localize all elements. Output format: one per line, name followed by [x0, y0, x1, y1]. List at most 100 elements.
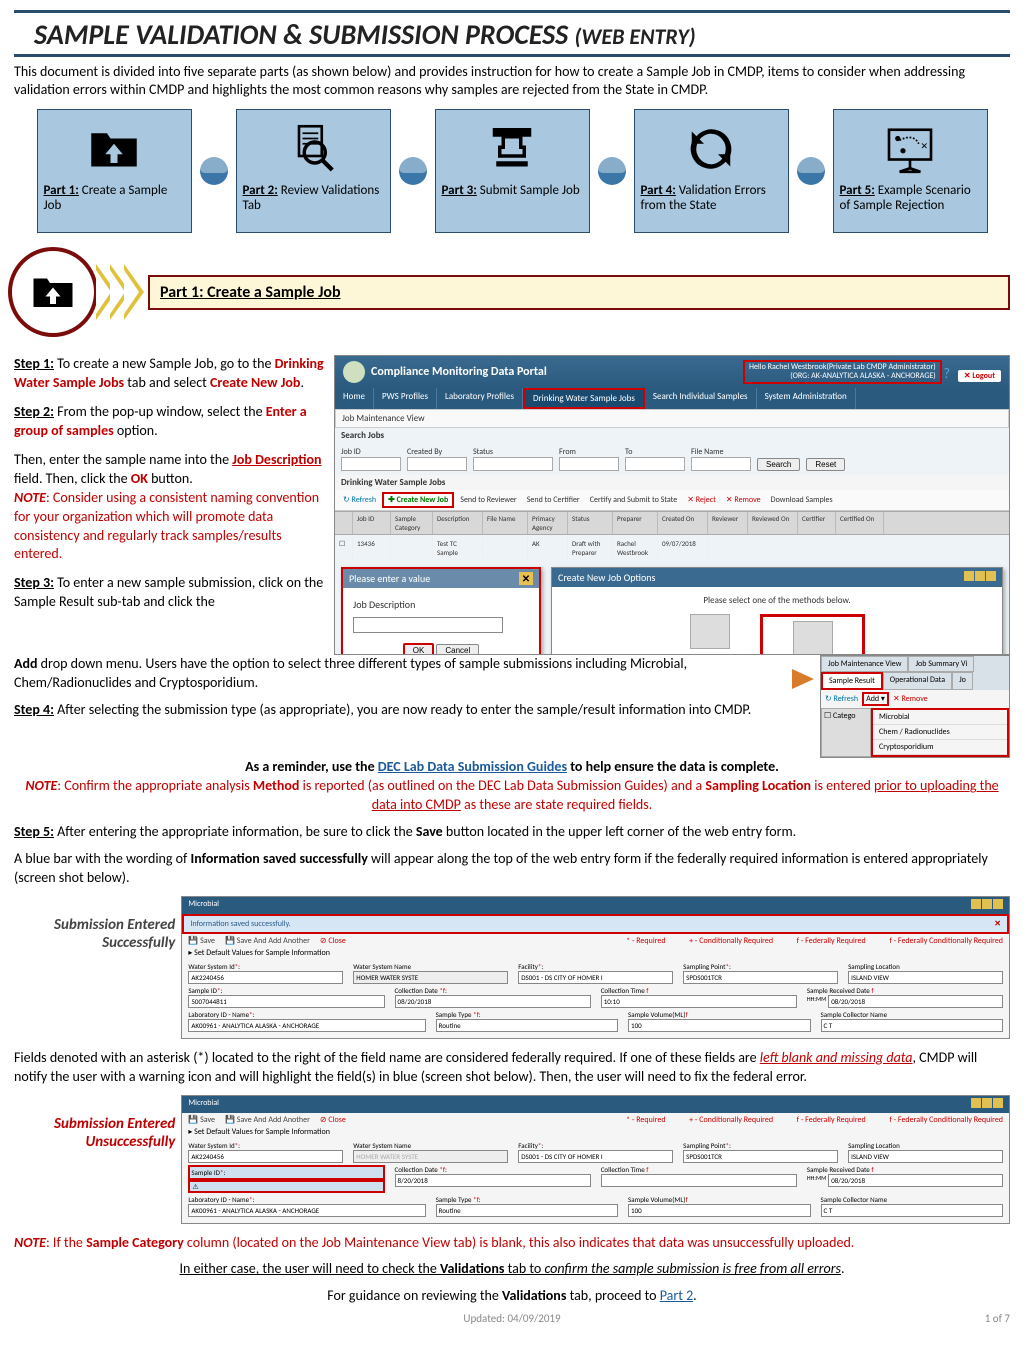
jobs-grid-header: Job IDSample CategoryDescriptionFile Nam… — [335, 511, 1009, 535]
tab-jmv[interactable]: Job Maintenance View — [821, 656, 908, 672]
footer: Updated: 04/09/2019 1 of 7 — [14, 1312, 1010, 1325]
refresh-cycle-icon — [683, 121, 739, 177]
file-name-input[interactable] — [691, 457, 751, 471]
form-success-screenshot: Microbial Information saved successfully… — [181, 896, 1010, 1039]
help-icon[interactable]: ? — [944, 365, 951, 382]
either-case-para: In either case, the user will need to ch… — [14, 1260, 1010, 1279]
magnify-document-icon — [285, 121, 341, 177]
opt-crypto[interactable]: Cryptosporidium — [873, 740, 1007, 755]
section-1-header: Part 1: Create a Sample Job — [14, 247, 1010, 337]
cmdp-screenshot: Compliance Monitoring Data Portal Hello … — [334, 355, 1010, 655]
guidance-para: For guidance on reviewing the Validation… — [14, 1287, 1010, 1306]
strategy-board-icon: ✕ — [882, 121, 938, 177]
ok-button[interactable]: OK — [403, 643, 435, 655]
part-card-2: Part 2: Review Validations Tab — [236, 109, 391, 233]
cmdp-title: Compliance Monitoring Data Portal — [371, 365, 547, 379]
status-input[interactable] — [473, 457, 553, 471]
submit-stamp-icon — [484, 121, 540, 177]
close-icon[interactable]: ✕ — [519, 572, 533, 585]
job-maintenance-tab: Job Maintenance View — [335, 409, 1009, 428]
defaults-toggle[interactable]: Set Default Values for Sample Informatio… — [194, 1127, 330, 1137]
dw-sample-jobs-head: Drinking Water Sample Jobs — [335, 475, 1009, 490]
from-input[interactable] — [559, 457, 619, 471]
remove-button[interactable]: ✕ Remove — [722, 494, 765, 506]
save-add-another-button[interactable]: 💾 Save And Add Another — [225, 936, 310, 946]
job-description-input[interactable] — [353, 617, 503, 633]
refresh-button[interactable]: ↻ Refresh — [339, 494, 380, 506]
epa-logo-icon — [343, 361, 365, 383]
step-5-para: Step 5: After entering the appropriate i… — [14, 823, 1010, 842]
sample-result-screenshot: Job Maintenance ViewJob Summary Vi Sampl… — [820, 655, 1010, 758]
part-card-3: Part 3: Submit Sample Job — [435, 109, 590, 233]
subtab-jo[interactable]: Jo — [952, 672, 973, 690]
step-4-para: Step 4: After selecting the submission t… — [14, 701, 786, 720]
tab-jsv[interactable]: Job Summary Vi — [908, 656, 974, 672]
part-card-4: Part 4: Validation Errors from the State — [634, 109, 789, 233]
close-button[interactable]: ⊘ Close — [320, 936, 346, 946]
enter-group-samples-option[interactable]: Enter a group of samples — [760, 614, 865, 655]
search-jobs-label: Search Jobs — [335, 428, 1009, 443]
step-dot — [598, 157, 626, 185]
dec-guides-link[interactable]: DEC Lab Data Submission Guides — [378, 758, 567, 775]
jobs-toolbar: ↻ Refresh ✚ Create New Job Send to Revie… — [335, 490, 1009, 511]
subtab-opdata[interactable]: Operational Data — [883, 672, 952, 690]
form-unsuccess-screenshot: Microbial 💾 Save 💾 Save And Add Another … — [181, 1095, 1010, 1224]
arrow-right-icon — [792, 669, 814, 689]
dialog-prompt: Please select one of the methods below. — [560, 595, 994, 606]
page-title: SAMPLE VALIDATION & SUBMISSION PROCESS (… — [14, 10, 1010, 57]
opt-chem[interactable]: Chem / Radionuclides — [873, 725, 1007, 740]
close-info-icon[interactable]: ✕ — [994, 919, 1001, 929]
reject-button[interactable]: ✕ Reject — [683, 494, 720, 506]
hello-user: Hello Rachel Westbrook(Private Lab CMDP … — [743, 360, 942, 384]
created-by-input[interactable] — [407, 457, 467, 471]
cancel-button[interactable]: Cancel — [436, 644, 479, 655]
step-3-para-start: Step 3: To enter a new sample submission… — [14, 574, 324, 612]
jobs-grid-row[interactable]: ☐13436Test TC SampleAKDraft with Prepare… — [335, 535, 1009, 561]
job-description-label: Job Description — [353, 598, 529, 611]
send-reviewer[interactable]: Send to Reviewer — [456, 494, 520, 506]
part-card-1: Part 1: Create a Sample Job — [37, 109, 192, 233]
mini-refresh[interactable]: ↻ Refresh — [825, 694, 858, 704]
fields-required-para: Fields denoted with an asterisk (*) loca… — [14, 1049, 1010, 1087]
send-certifier[interactable]: Send to Certifier — [523, 494, 584, 506]
step-2b-para: Then, enter the sample name into the Job… — [14, 451, 324, 564]
success-label: Submission Entered Successfully — [14, 896, 181, 1039]
to-input[interactable] — [625, 457, 685, 471]
svg-text:✕: ✕ — [921, 142, 928, 152]
close-button[interactable]: ⊘ Close — [320, 1115, 346, 1125]
save-add-another-button[interactable]: 💾 Save And Add Another — [225, 1115, 310, 1125]
parts-row: Part 1: Create a Sample Job Part 2: Revi… — [14, 109, 1010, 233]
search-button[interactable]: Search — [757, 458, 800, 471]
intro-paragraph: This document is divided into five separ… — [14, 63, 1010, 99]
step-3-cont: Add drop down menu. Users have the optio… — [14, 655, 786, 693]
mini-remove[interactable]: ✕ Remove — [893, 694, 928, 704]
step-1-para: Step 1: To create a new Sample Job, go t… — [14, 355, 324, 393]
part2-link[interactable]: Part 2 — [660, 1287, 693, 1304]
part-card-5: ✕ Part 5: Example Scenario of Sample Rej… — [833, 109, 988, 233]
cmdp-tabs[interactable]: HomePWS ProfilesLaboratory Profiles Drin… — [335, 388, 1009, 409]
reminder-para: As a reminder, use the DEC Lab Data Subm… — [14, 758, 1010, 815]
folder-upload-icon — [24, 268, 82, 316]
final-note: NOTE: If the Sample Category column (loc… — [14, 1234, 1010, 1253]
folder-upload-icon — [86, 121, 142, 177]
certify-submit[interactable]: Certify and Submit to State — [586, 494, 681, 506]
step-2-para: Step 2: From the pop-up window, select t… — [14, 403, 324, 441]
step-dot — [399, 157, 427, 185]
save-button[interactable]: 💾 Save — [188, 1115, 215, 1125]
upload-file-option[interactable]: Upload File — [689, 614, 730, 655]
step-dot — [797, 157, 825, 185]
info-saved-bar: Information saved successfully. — [190, 919, 290, 929]
save-button[interactable]: 💾 Save — [188, 936, 215, 946]
logout-button[interactable]: ✕ Logout — [958, 370, 1001, 382]
download-samples[interactable]: Download Samples — [767, 494, 837, 506]
job-id-input[interactable] — [341, 457, 401, 471]
step-dot — [200, 157, 228, 185]
reset-button[interactable]: Reset — [806, 458, 845, 471]
opt-microbial[interactable]: Microbial — [873, 710, 1007, 725]
section-icon-circle — [8, 247, 98, 337]
subtab-sample-result[interactable]: Sample Result — [821, 672, 883, 690]
defaults-toggle[interactable]: Set Default Values for Sample Informatio… — [194, 948, 330, 958]
create-new-job-button[interactable]: ✚ Create New Job — [382, 492, 454, 508]
search-row: Job ID Created By Status From To File Na… — [335, 443, 1009, 475]
add-dropdown[interactable]: Add ▾ — [862, 692, 889, 706]
